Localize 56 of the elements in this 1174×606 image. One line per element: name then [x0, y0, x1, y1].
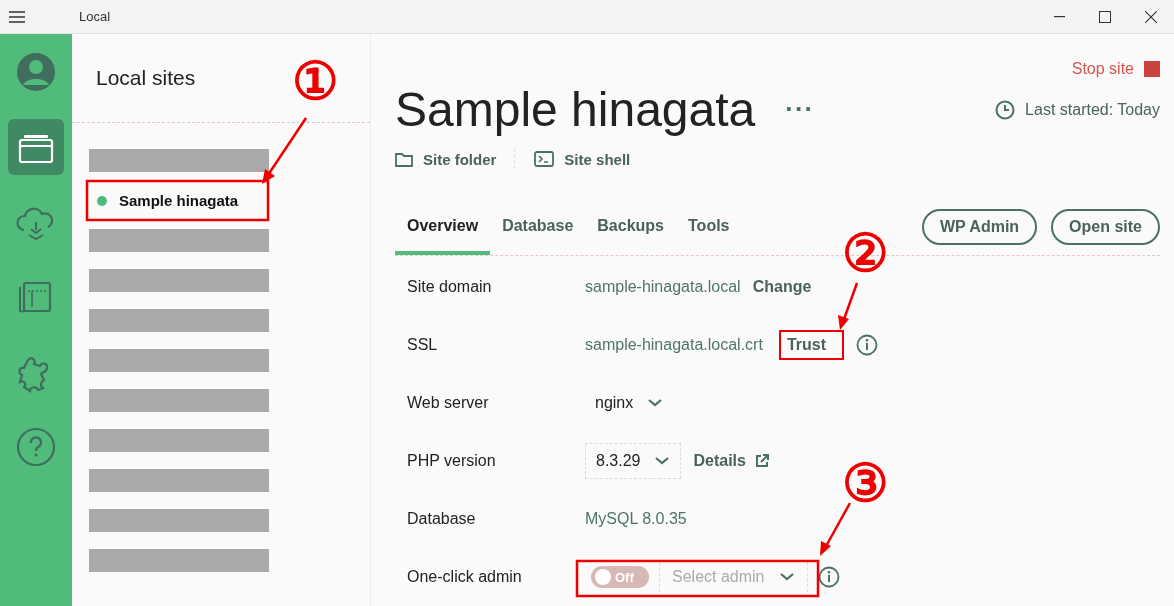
maximize-icon[interactable] — [1099, 10, 1111, 23]
value-text: sample-hinagata.local — [585, 278, 741, 296]
tab[interactable]: Database — [490, 199, 586, 255]
field-label: SSL — [407, 336, 439, 354]
annotation-arrow — [838, 282, 859, 330]
last-started-text: Last started: Today — [1025, 100, 1160, 119]
field-label: Web server — [407, 394, 490, 412]
site-item[interactable]: Sample hinagata — [89, 189, 370, 212]
chevron-down-icon — [778, 572, 795, 582]
trust-link[interactable]: Trust — [786, 336, 826, 354]
annotation-number: ③ — [842, 458, 889, 510]
field-label: Site domain — [407, 278, 493, 296]
site-folder-link[interactable]: Site folder — [395, 150, 497, 168]
select-dropdown[interactable]: 8.3.29 — [585, 443, 682, 479]
field-label: Database — [407, 510, 477, 528]
clock-icon — [995, 99, 1016, 120]
info-icon[interactable] — [856, 334, 878, 356]
menu-icon[interactable] — [9, 10, 25, 23]
annotation-number: ② — [842, 228, 889, 280]
avatar-icon[interactable] — [17, 53, 55, 91]
minimize-icon[interactable] — [1053, 15, 1065, 18]
close-icon[interactable] — [1145, 10, 1157, 23]
annotation-arrow — [262, 117, 308, 184]
details-link[interactable]: Details — [693, 452, 770, 470]
info-icon[interactable] — [817, 566, 840, 588]
chevron-down-icon — [647, 398, 664, 408]
more-menu[interactable]: ··· — [785, 94, 815, 125]
annotation-box — [778, 330, 844, 360]
panel-title: Local sites — [96, 66, 196, 90]
site-shell-link[interactable]: Site shell — [534, 150, 631, 168]
chevron-down-icon — [654, 456, 671, 466]
stop-site-link[interactable]: Stop site — [1071, 60, 1134, 78]
blueprint-icon[interactable] — [19, 281, 52, 313]
folder-icon — [395, 151, 413, 167]
puzzle-icon[interactable] — [18, 357, 49, 393]
tab[interactable]: Tools — [676, 199, 742, 255]
field-label: PHP version — [407, 452, 497, 470]
nav-item[interactable] — [8, 119, 64, 175]
cloud-download-icon[interactable] — [16, 207, 54, 241]
change-link[interactable]: Change — [752, 278, 812, 296]
window-title: Local — [79, 9, 112, 24]
value-text: MySQL 8.0.35 — [585, 510, 687, 528]
help-icon[interactable] — [16, 427, 56, 467]
tab[interactable]: Backups — [585, 199, 676, 255]
terminal-icon — [534, 151, 555, 167]
field-label: One-click admin — [407, 568, 523, 586]
open-site-button[interactable]: Open site — [1051, 209, 1160, 245]
select-dropdown[interactable]: nginx — [585, 386, 674, 420]
site-title: Sample hinagata — [395, 82, 756, 137]
browser-window-icon[interactable] — [18, 135, 54, 164]
value-text: sample-hinagata.local.crt — [585, 336, 763, 354]
external-link-icon — [753, 453, 770, 469]
annotation-number: ① — [292, 56, 339, 108]
wp-admin-button[interactable]: WP Admin — [922, 209, 1038, 245]
annotation-arrow — [820, 502, 852, 556]
tab[interactable]: Overview — [395, 199, 491, 255]
